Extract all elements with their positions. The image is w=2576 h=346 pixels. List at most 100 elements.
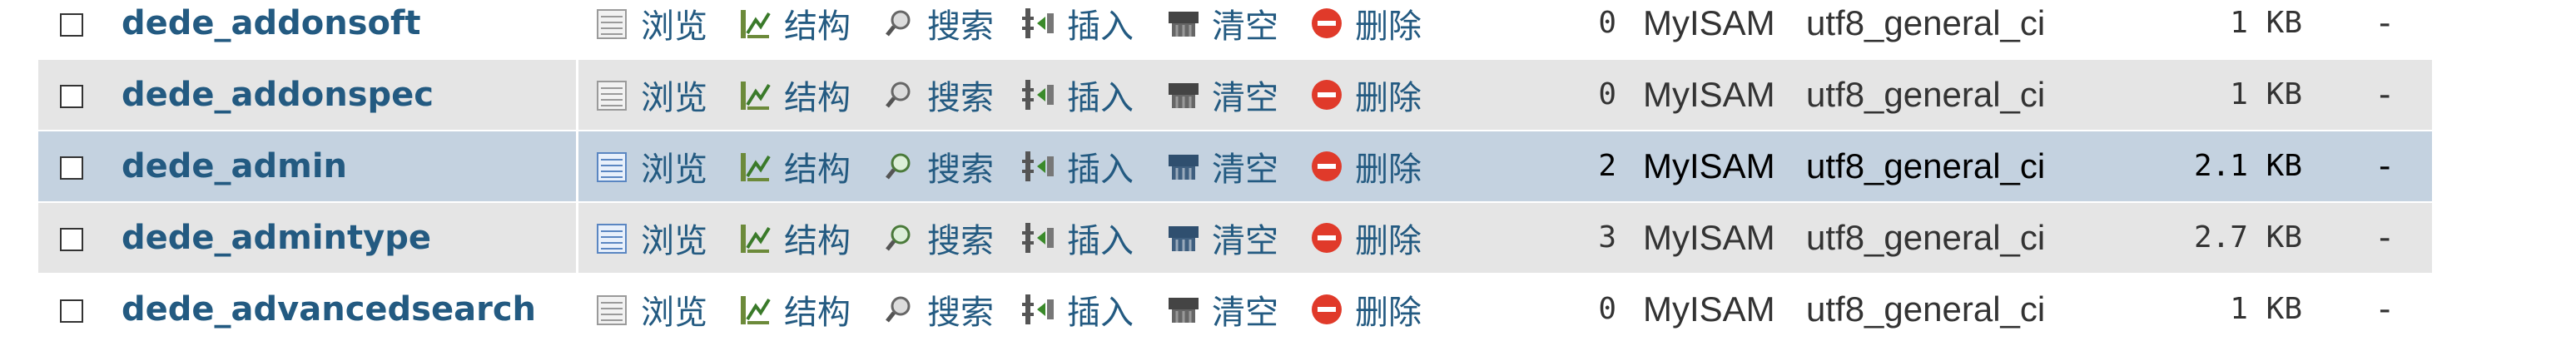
name-cell: dede_advancedsearch bbox=[38, 274, 576, 344]
overhead: - bbox=[2379, 76, 2391, 114]
empty-action[interactable]: 清空 bbox=[1165, 60, 1278, 130]
structure-action[interactable]: 结构 bbox=[737, 274, 851, 344]
row-checkbox[interactable] bbox=[60, 156, 83, 180]
table-row: dede_addonspec 浏览 结构 搜索 插入 清空 删除 0 MyISA… bbox=[38, 60, 2432, 131]
size: 2.1 KB bbox=[2193, 149, 2302, 183]
insert-action[interactable]: 插入 bbox=[1020, 131, 1134, 201]
browse-label: 浏览 bbox=[641, 79, 707, 117]
structure-label: 结构 bbox=[784, 151, 851, 189]
search-action[interactable]: 搜索 bbox=[881, 60, 994, 130]
structure-icon bbox=[741, 296, 771, 324]
insert-action[interactable]: 插入 bbox=[1020, 0, 1134, 58]
drop-label: 删除 bbox=[1355, 222, 1422, 260]
empty-action[interactable]: 清空 bbox=[1165, 0, 1278, 58]
drop-action[interactable]: 删除 bbox=[1308, 131, 1422, 201]
row-checkbox[interactable] bbox=[60, 299, 83, 323]
table-name-link[interactable]: dede_admintype bbox=[122, 203, 431, 273]
row-count: 0 bbox=[1598, 6, 1616, 40]
empty-label: 清空 bbox=[1212, 222, 1278, 260]
empty-icon bbox=[1169, 298, 1199, 323]
drop-icon bbox=[1312, 294, 1342, 324]
empty-label: 清空 bbox=[1212, 151, 1278, 189]
browse-icon bbox=[597, 152, 627, 182]
browse-action[interactable]: 浏览 bbox=[594, 131, 707, 201]
table-name-link[interactable]: dede_admin bbox=[122, 131, 347, 201]
empty-icon bbox=[1169, 83, 1199, 108]
drop-action[interactable]: 删除 bbox=[1308, 203, 1422, 273]
empty-action[interactable]: 清空 bbox=[1165, 131, 1278, 201]
empty-label: 清空 bbox=[1212, 7, 1278, 46]
insert-action[interactable]: 插入 bbox=[1020, 203, 1134, 273]
search-action[interactable]: 搜索 bbox=[881, 274, 994, 344]
engine: MyISAM bbox=[1643, 289, 1775, 329]
empty-label: 清空 bbox=[1212, 294, 1278, 332]
overhead: - bbox=[2379, 147, 2391, 185]
browse-label: 浏览 bbox=[641, 222, 707, 260]
insert-action[interactable]: 插入 bbox=[1020, 274, 1134, 344]
empty-label: 清空 bbox=[1212, 79, 1278, 117]
row-count: 3 bbox=[1598, 220, 1616, 255]
name-cell: dede_addonspec bbox=[38, 60, 578, 130]
search-action[interactable]: 搜索 bbox=[881, 203, 994, 273]
browse-icon bbox=[597, 295, 627, 325]
collation: utf8_general_ci bbox=[1806, 218, 2046, 257]
name-cell: dede_admin bbox=[38, 131, 578, 201]
search-icon bbox=[886, 82, 911, 108]
structure-action[interactable]: 结构 bbox=[737, 0, 851, 58]
row-count: 2 bbox=[1598, 149, 1616, 183]
drop-action[interactable]: 删除 bbox=[1308, 274, 1422, 344]
table-row: dede_advancedsearch 浏览 结构 搜索 插入 清空 删除 0 … bbox=[38, 274, 2432, 346]
browse-action[interactable]: 浏览 bbox=[594, 0, 707, 58]
empty-action[interactable]: 清空 bbox=[1165, 203, 1278, 273]
drop-label: 删除 bbox=[1355, 7, 1422, 46]
table-name-link[interactable]: dede_addonspec bbox=[122, 60, 434, 130]
search-label: 搜索 bbox=[927, 294, 994, 332]
table-name-link[interactable]: dede_advancedsearch bbox=[122, 274, 536, 344]
size: 1 KB bbox=[2230, 6, 2302, 40]
row-checkbox[interactable] bbox=[60, 85, 83, 108]
row-checkbox[interactable] bbox=[60, 228, 83, 251]
browse-action[interactable]: 浏览 bbox=[594, 203, 707, 273]
drop-icon bbox=[1312, 223, 1342, 253]
drop-action[interactable]: 删除 bbox=[1308, 60, 1422, 130]
collation: utf8_general_ci bbox=[1806, 146, 2046, 185]
collation: utf8_general_ci bbox=[1806, 75, 2046, 114]
insert-label: 插入 bbox=[1067, 294, 1134, 332]
row-count: 0 bbox=[1598, 77, 1616, 111]
insert-action[interactable]: 插入 bbox=[1020, 60, 1134, 130]
browse-icon bbox=[597, 224, 627, 254]
browse-action[interactable]: 浏览 bbox=[594, 60, 707, 130]
structure-action[interactable]: 结构 bbox=[737, 60, 851, 130]
browse-label: 浏览 bbox=[641, 294, 707, 332]
insert-icon bbox=[1022, 151, 1054, 181]
insert-icon bbox=[1022, 80, 1054, 110]
search-label: 搜索 bbox=[927, 222, 994, 260]
name-cell: dede_admintype bbox=[38, 203, 578, 273]
empty-action[interactable]: 清空 bbox=[1165, 274, 1278, 344]
search-label: 搜索 bbox=[927, 151, 994, 189]
browse-action[interactable]: 浏览 bbox=[594, 274, 707, 344]
overhead: - bbox=[2379, 4, 2391, 42]
search-label: 搜索 bbox=[927, 79, 994, 117]
size: 1 KB bbox=[2230, 77, 2302, 111]
structure-label: 结构 bbox=[784, 294, 851, 332]
insert-icon bbox=[1022, 223, 1054, 253]
structure-action[interactable]: 结构 bbox=[737, 203, 851, 273]
search-icon bbox=[886, 296, 911, 323]
table-name-link[interactable]: dede_addonsoft bbox=[122, 0, 421, 58]
search-action[interactable]: 搜索 bbox=[881, 0, 994, 58]
search-action[interactable]: 搜索 bbox=[881, 131, 994, 201]
drop-icon bbox=[1312, 151, 1342, 181]
insert-label: 插入 bbox=[1067, 222, 1134, 260]
drop-action[interactable]: 删除 bbox=[1308, 0, 1422, 58]
table-row: dede_addonsoft 浏览 结构 搜索 插入 清空 删除 0 MyISA… bbox=[38, 0, 2432, 60]
empty-icon bbox=[1169, 226, 1199, 251]
row-checkbox[interactable] bbox=[60, 13, 83, 37]
structure-action[interactable]: 结构 bbox=[737, 131, 851, 201]
browse-icon bbox=[597, 81, 627, 111]
structure-icon bbox=[741, 153, 771, 181]
collation: utf8_general_ci bbox=[1806, 3, 2046, 42]
search-icon bbox=[886, 153, 911, 180]
search-icon bbox=[886, 10, 911, 37]
empty-icon bbox=[1169, 155, 1199, 180]
